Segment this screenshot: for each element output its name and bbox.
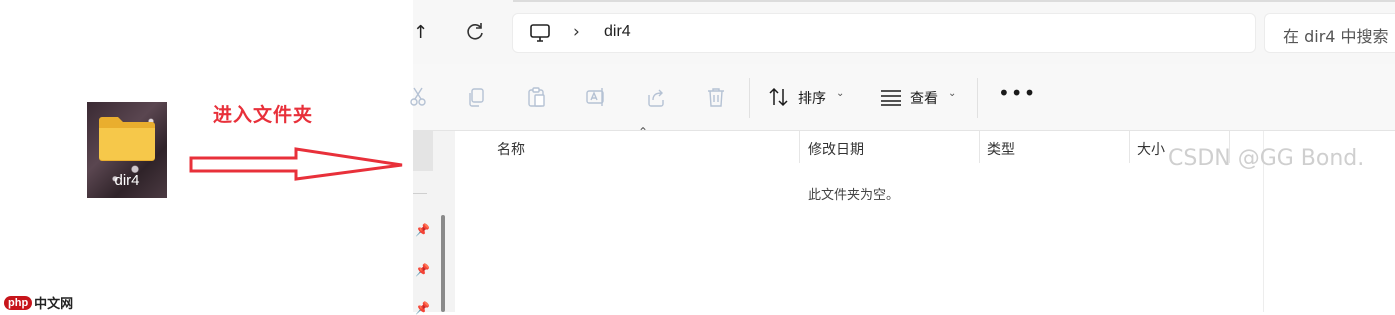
desktop-folder-label: dir4 (114, 172, 140, 189)
column-header-row: ⌃ 名称 修改日期 类型 大小 (455, 125, 1263, 163)
more-options-button[interactable]: ••• (998, 81, 1036, 105)
nav-scrollbar[interactable] (441, 215, 445, 312)
chevron-down-icon: ⌄ (948, 88, 957, 99)
column-header-name[interactable]: 名称 (497, 139, 525, 159)
column-divider[interactable] (1129, 131, 1130, 163)
up-arrow-icon[interactable]: ↑ (413, 22, 428, 43)
file-explorer-window: ↑ › dir4 在 dir4 中搜索 排序 ⌄ 查看 ⌄ ••• 📌 📌 📌 … (410, 0, 1395, 315)
sort-icon (769, 87, 788, 107)
php-cn-text: 中文网 (34, 297, 74, 312)
column-divider[interactable] (979, 131, 980, 163)
nav-divider (413, 193, 427, 194)
address-bar[interactable]: › dir4 (512, 13, 1256, 53)
sort-ascending-icon: ⌃ (638, 125, 649, 139)
column-header-type[interactable]: 类型 (987, 139, 1015, 159)
toolbar-divider (749, 78, 750, 118)
desktop-folder-item[interactable]: dir4 (87, 102, 167, 198)
column-divider[interactable] (799, 131, 800, 163)
refresh-icon (467, 23, 483, 40)
annotation-arrow (188, 146, 408, 190)
share-icon[interactable] (645, 86, 667, 108)
breadcrumb-item-dir4[interactable]: dir4 (604, 23, 631, 41)
php-badge: php (4, 295, 33, 310)
pin-icon: 📌 (415, 223, 430, 237)
window-top-border (513, 0, 1395, 2)
nav-selected-item[interactable] (413, 131, 433, 171)
column-header-size[interactable]: 大小 (1137, 139, 1165, 159)
view-icon (881, 90, 901, 106)
annotation-text: 进入文件夹 (213, 104, 314, 126)
pin-icon: 📌 (415, 301, 430, 315)
breadcrumb-chevron-icon[interactable]: › (573, 22, 580, 42)
folder-icon (97, 114, 157, 166)
php-cn-logo: php 中文网 (4, 292, 74, 312)
command-bar: 排序 ⌄ 查看 ⌄ ••• (410, 64, 1395, 131)
empty-folder-message: 此文件夹为空。 (808, 188, 900, 203)
search-box[interactable]: 在 dir4 中搜索 (1264, 13, 1395, 53)
address-bar-row: ↑ › dir4 在 dir4 中搜索 (413, 0, 1395, 64)
rename-icon[interactable] (585, 86, 607, 108)
navigation-pane: 📌 📌 📌 (413, 131, 455, 315)
pin-icon: 📌 (415, 263, 430, 277)
cut-icon[interactable] (407, 86, 429, 108)
this-pc-icon[interactable] (529, 23, 551, 47)
copy-icon[interactable] (465, 86, 487, 108)
column-header-date-modified[interactable]: 修改日期 (808, 139, 864, 159)
sort-label: 排序 (798, 91, 826, 107)
paste-icon[interactable] (525, 86, 547, 108)
watermark: CSDN @GG Bond. (1168, 146, 1365, 171)
toolbar-divider (977, 78, 978, 118)
chevron-down-icon: ⌄ (836, 88, 845, 99)
refresh-button[interactable] (463, 20, 487, 44)
view-label: 查看 (910, 91, 938, 107)
search-placeholder: 在 dir4 中搜索 (1283, 27, 1389, 46)
delete-icon[interactable] (705, 86, 727, 108)
